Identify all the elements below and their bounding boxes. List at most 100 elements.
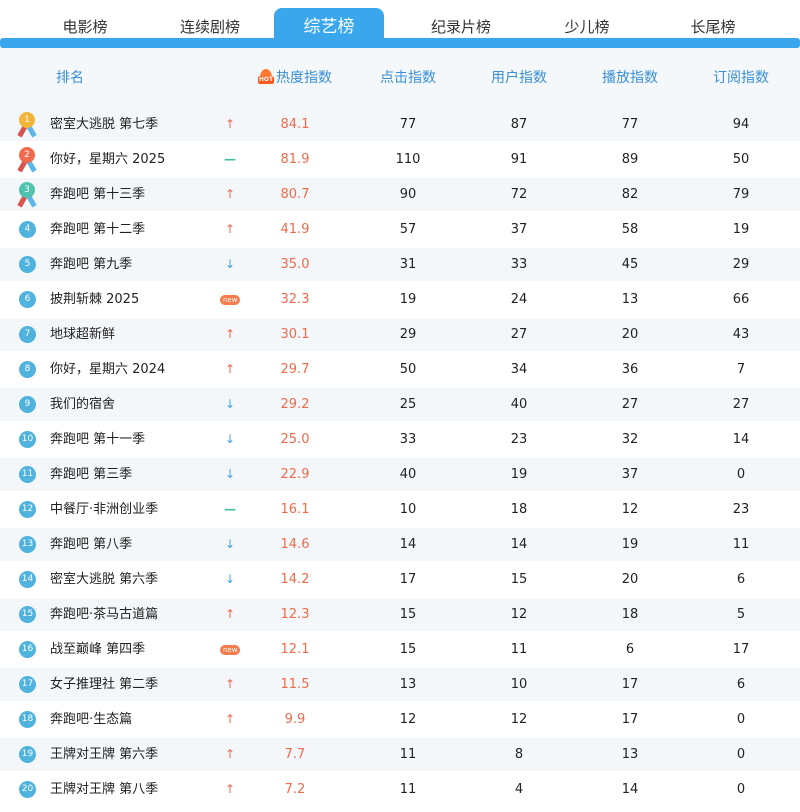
table-row[interactable]: 11 奔跑吧 第三季 ↓ 22.9 40 19 37 0 <box>0 458 800 491</box>
heat-index: 41.9 <box>280 222 310 237</box>
header-subscribe[interactable]: 订阅指数 <box>691 48 791 108</box>
table-row[interactable]: 12 中餐厅·非洲创业季 — 16.1 10 18 12 23 <box>0 493 800 526</box>
show-title[interactable]: 奔跑吧 第八季 <box>50 528 132 561</box>
tab-series[interactable]: 连续剧榜 <box>155 8 265 46</box>
subscribe-index: 27 <box>732 397 750 412</box>
table-row[interactable]: 19 王牌对王牌 第六季 ↑ 7.7 11 8 13 0 <box>0 738 800 771</box>
trend-flat-icon: — <box>224 502 236 516</box>
play-index: 27 <box>621 397 639 412</box>
table-row[interactable]: 4 奔跑吧 第十二季 ↑ 41.9 57 37 58 19 <box>0 213 800 246</box>
table-row[interactable]: 17 女子推理社 第二季 ↑ 11.5 13 10 17 6 <box>0 668 800 701</box>
rank-number: 1 <box>19 112 35 128</box>
rank-number: 13 <box>19 536 36 553</box>
subscribe-index: 29 <box>732 257 750 272</box>
subscribe-index: 23 <box>732 502 750 517</box>
show-title[interactable]: 王牌对王牌 第八季 <box>50 773 158 806</box>
rank-number: 19 <box>19 746 36 763</box>
header-play[interactable]: 播放指数 <box>580 48 680 108</box>
show-title[interactable]: 奔跑吧·生态篇 <box>50 703 132 736</box>
show-title[interactable]: 王牌对王牌 第六季 <box>50 738 158 771</box>
show-title[interactable]: 奔跑吧 第三季 <box>50 458 132 491</box>
rank-number: 17 <box>19 676 36 693</box>
medal-icon: 1 <box>15 112 39 138</box>
rank-number: 9 <box>19 396 36 413</box>
show-title[interactable]: 密室大逃脱 第六季 <box>50 563 158 596</box>
table-row[interactable]: 5 奔跑吧 第九季 ↓ 35.0 31 33 45 29 <box>0 248 800 281</box>
click-index: 110 <box>395 152 421 167</box>
table-row[interactable]: 3 奔跑吧 第十三季 ↑ 80.7 90 72 82 79 <box>0 178 800 211</box>
tab-longtail[interactable]: 长尾榜 <box>658 8 768 46</box>
click-index: 10 <box>399 502 417 517</box>
click-index: 31 <box>399 257 417 272</box>
show-title[interactable]: 奔跑吧 第十一季 <box>50 423 145 456</box>
table-row[interactable]: 15 奔跑吧·茶马古道篇 ↑ 12.3 15 12 18 5 <box>0 598 800 631</box>
tab-variety[interactable]: 综艺榜 <box>274 8 384 48</box>
user-index: 37 <box>510 222 528 237</box>
show-title[interactable]: 地球超新鲜 <box>50 318 115 351</box>
click-index: 77 <box>399 117 417 132</box>
user-index: 14 <box>510 537 528 552</box>
table-row[interactable]: 16 战至巅峰 第四季 new 12.1 15 11 6 17 <box>0 633 800 666</box>
user-index: 72 <box>510 187 528 202</box>
show-title[interactable]: 战至巅峰 第四季 <box>50 633 145 666</box>
rank-number: 11 <box>19 466 36 483</box>
click-index: 15 <box>399 607 417 622</box>
show-title[interactable]: 你好，星期六 2025 <box>50 143 165 176</box>
show-title[interactable]: 披荆斩棘 2025 <box>50 283 139 316</box>
tab-documentary[interactable]: 纪录片榜 <box>406 8 516 46</box>
show-title[interactable]: 中餐厅·非洲创业季 <box>50 493 158 526</box>
rank-number: 4 <box>19 221 36 238</box>
tab-kids[interactable]: 少儿榜 <box>532 8 642 46</box>
play-index: 32 <box>621 432 639 447</box>
rank-number: 14 <box>19 571 36 588</box>
show-title[interactable]: 我们的宿舍 <box>50 388 115 421</box>
table-row[interactable]: 14 密室大逃脱 第六季 ↓ 14.2 17 15 20 6 <box>0 563 800 596</box>
trend-up-icon: ↑ <box>224 677 236 691</box>
table-row[interactable]: 1 密室大逃脱 第七季 ↑ 84.1 77 87 77 94 <box>0 108 800 141</box>
rank-number: 10 <box>19 431 36 448</box>
user-index: 8 <box>514 747 524 762</box>
tab-movies[interactable]: 电影榜 <box>30 8 140 46</box>
show-title[interactable]: 奔跑吧·茶马古道篇 <box>50 598 158 631</box>
table-row[interactable]: 6 披荆斩棘 2025 new 32.3 19 24 13 66 <box>0 283 800 316</box>
user-index: 15 <box>510 572 528 587</box>
header-click[interactable]: 点击指数 <box>358 48 458 108</box>
table-row[interactable]: 13 奔跑吧 第八季 ↓ 14.6 14 14 19 11 <box>0 528 800 561</box>
show-title[interactable]: 奔跑吧 第十三季 <box>50 178 145 211</box>
play-index: 77 <box>621 117 639 132</box>
play-index: 37 <box>621 467 639 482</box>
show-title[interactable]: 奔跑吧 第九季 <box>50 248 132 281</box>
subscribe-index: 7 <box>736 362 746 377</box>
heat-index: 35.0 <box>280 257 310 272</box>
table-row[interactable]: 9 我们的宿舍 ↓ 29.2 25 40 27 27 <box>0 388 800 421</box>
show-title[interactable]: 奔跑吧 第十二季 <box>50 213 145 246</box>
subscribe-index: 6 <box>736 572 746 587</box>
table-row[interactable]: 18 奔跑吧·生态篇 ↑ 9.9 12 12 17 0 <box>0 703 800 736</box>
table-row[interactable]: 10 奔跑吧 第十一季 ↓ 25.0 33 23 32 14 <box>0 423 800 456</box>
new-badge-icon: new <box>220 633 241 666</box>
table-row[interactable]: 2 你好，星期六 2025 — 81.9 110 91 89 50 <box>0 143 800 176</box>
subscribe-index: 5 <box>736 607 746 622</box>
user-index: 33 <box>510 257 528 272</box>
table-row[interactable]: 20 王牌对王牌 第八季 ↑ 7.2 11 4 14 0 <box>0 773 800 806</box>
heat-index: 80.7 <box>280 187 310 202</box>
play-index: 17 <box>621 677 639 692</box>
show-title[interactable]: 女子推理社 第二季 <box>50 668 158 701</box>
tab-bar: 电影榜 连续剧榜 综艺榜 纪录片榜 少儿榜 长尾榜 <box>0 0 800 48</box>
table-row[interactable]: 8 你好，星期六 2024 ↑ 29.7 50 34 36 7 <box>0 353 800 386</box>
show-title[interactable]: 密室大逃脱 第七季 <box>50 108 158 141</box>
heat-index: 16.1 <box>280 502 310 517</box>
table-row[interactable]: 7 地球超新鲜 ↑ 30.1 29 27 20 43 <box>0 318 800 351</box>
trend-up-icon: ↑ <box>224 362 236 376</box>
show-title[interactable]: 你好，星期六 2024 <box>50 353 165 386</box>
play-index: 19 <box>621 537 639 552</box>
header-user[interactable]: 用户指数 <box>469 48 569 108</box>
trend-up-icon: ↑ <box>224 327 236 341</box>
play-index: 45 <box>621 257 639 272</box>
subscribe-index: 94 <box>732 117 750 132</box>
user-index: 10 <box>510 677 528 692</box>
play-index: 89 <box>621 152 639 167</box>
trend-up-icon: ↑ <box>224 222 236 236</box>
header-heat[interactable]: HOT 热度指数 <box>245 48 345 108</box>
play-index: 13 <box>621 292 639 307</box>
